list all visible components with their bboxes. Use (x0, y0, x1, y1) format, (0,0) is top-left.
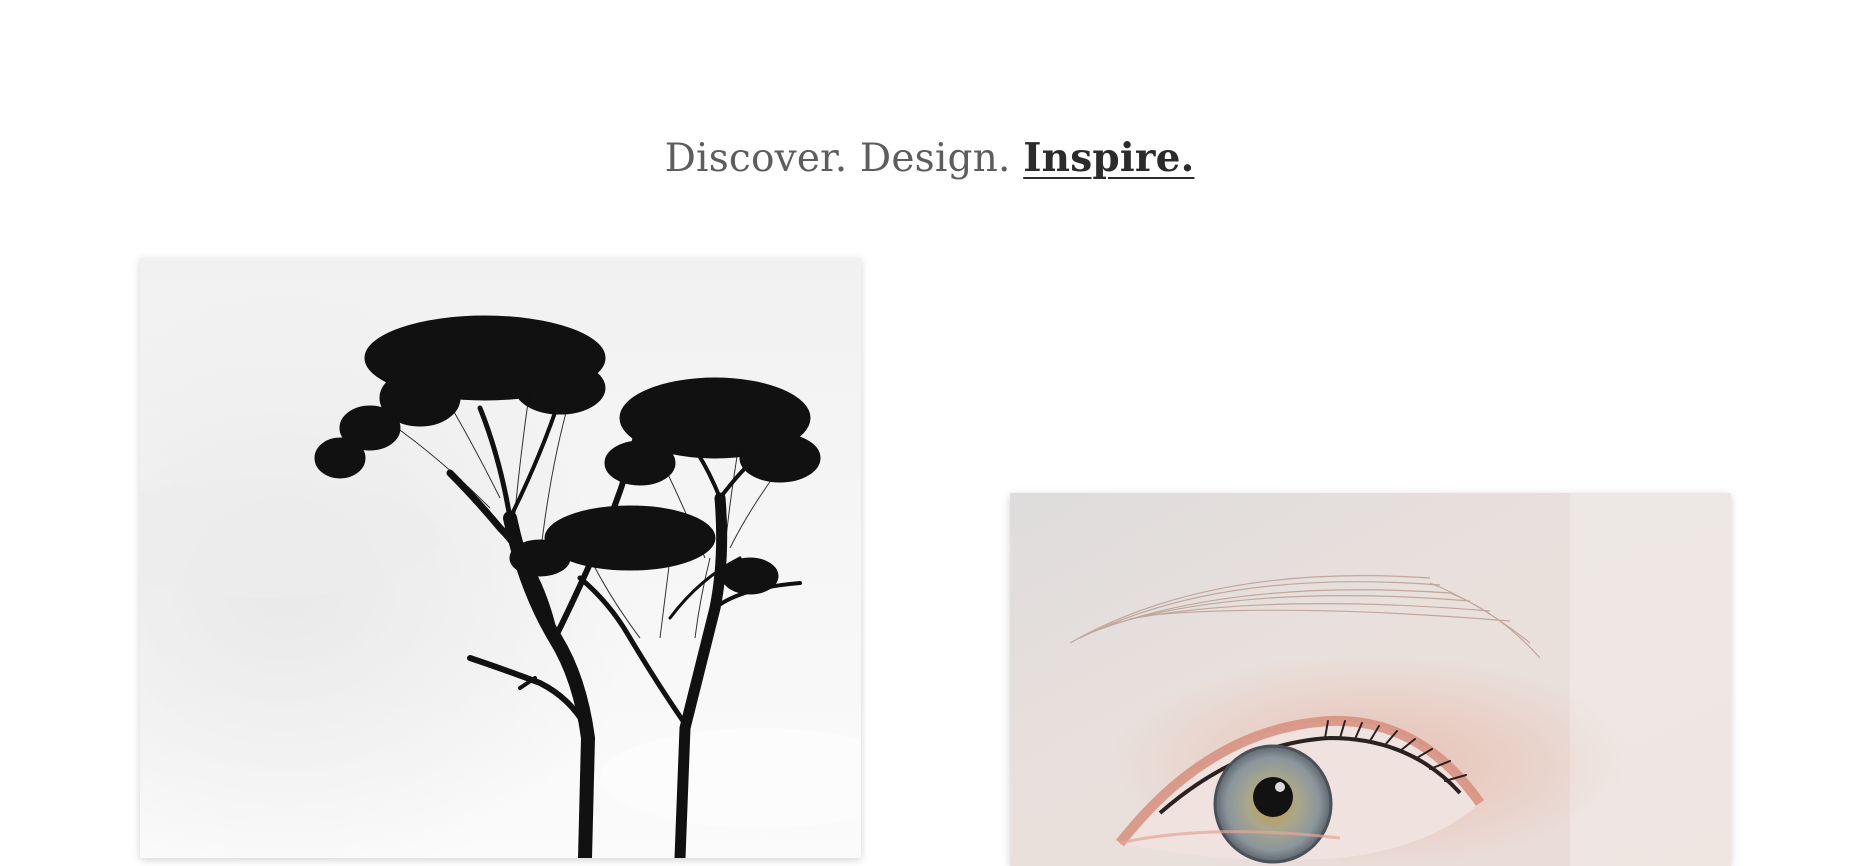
headline-lead: Discover. Design. (664, 136, 1024, 182)
gallery-image-tree[interactable] (140, 258, 861, 858)
headline-inspire-link[interactable]: Inspire. (1023, 135, 1194, 181)
tree-photo (140, 258, 861, 858)
page-headline: Discover. Design. Inspire. (0, 130, 1859, 187)
eye-photo (1010, 493, 1731, 866)
gallery-image-eye[interactable] (1010, 493, 1731, 866)
